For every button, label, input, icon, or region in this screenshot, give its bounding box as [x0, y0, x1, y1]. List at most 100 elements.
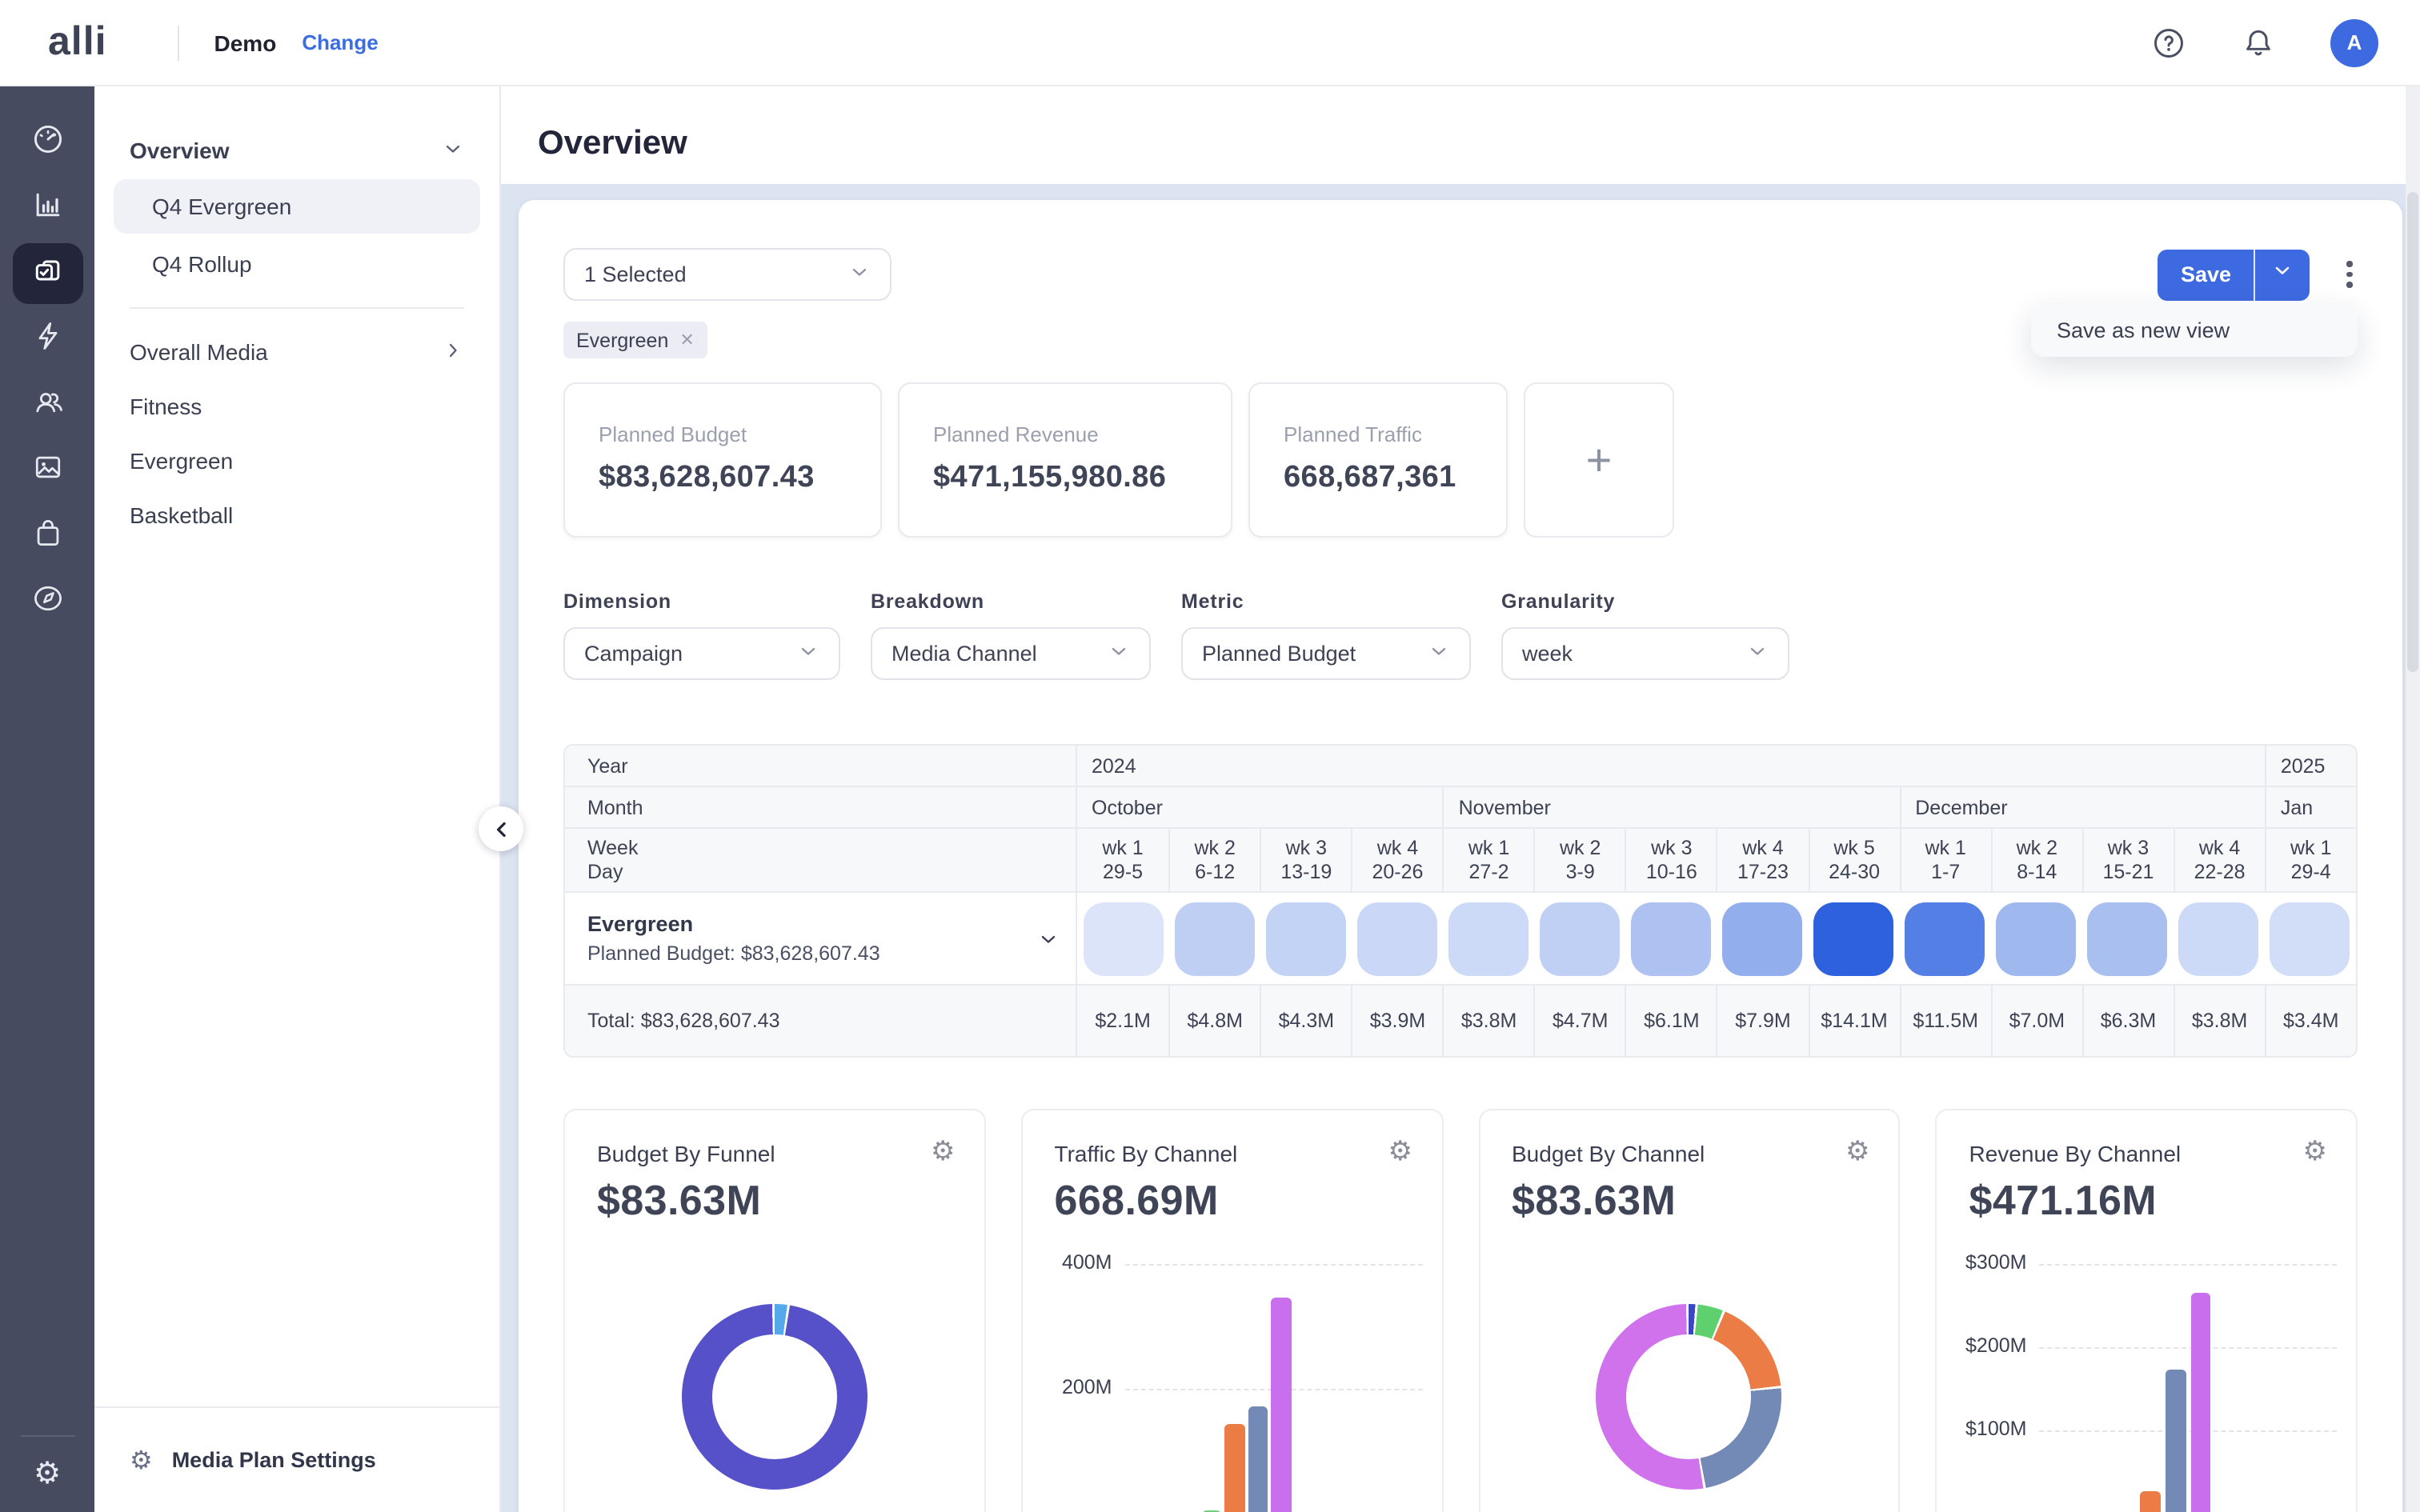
charts-row: Budget By Funnel⚙$83.63MTraffic By Chann… [563, 1109, 2358, 1512]
budget-heat-chip[interactable] [1265, 902, 1345, 975]
save-button[interactable]: Save [2158, 249, 2255, 300]
chart-total-value: $471.16M [1937, 1166, 2357, 1226]
budget-heat-chip[interactable] [1448, 902, 1529, 975]
dimension-select[interactable]: Campaign [563, 627, 840, 680]
notifications-bell-icon[interactable] [2241, 25, 2276, 60]
kpi-row: Planned Budget $83,628,607.43 Planned Re… [563, 382, 2358, 538]
nav-item-q4-rollup[interactable]: Q4 Rollup [114, 237, 480, 291]
total-cell: $7.9M [1717, 986, 1808, 1056]
top-bar: alli Demo Change A [0, 0, 2420, 86]
chart-plot-area: 400M200M [1023, 1254, 1442, 1512]
axis-tick-label: 200M [1023, 1376, 1112, 1398]
filter-tag-evergreen[interactable]: Evergreen ✕ [563, 322, 707, 358]
kpi-planned-traffic: Planned Traffic 668,687,361 [1248, 382, 1508, 538]
year-group: 2024 [1077, 746, 2265, 786]
budget-heat-chip[interactable] [2270, 902, 2350, 975]
save-as-new-view-item[interactable]: Save as new view [2057, 318, 2230, 342]
budget-heat-chip[interactable] [1722, 902, 1802, 975]
gridline [2040, 1430, 2338, 1432]
expand-row-chevron-icon[interactable] [1037, 927, 1060, 950]
more-options-kebab-icon[interactable] [2342, 262, 2358, 288]
granularity-select[interactable]: week [1501, 627, 1789, 680]
gridline [2040, 1264, 2338, 1266]
nav-panel: Overview Q4 Evergreen Q4 Rollup Overall … [94, 86, 501, 1512]
week-day-row-label: Week Day [565, 829, 1077, 891]
plus-icon: + [1586, 434, 1613, 486]
rail-item-activation[interactable] [12, 309, 82, 370]
nav-item-q4-evergreen[interactable]: Q4 Evergreen [114, 179, 480, 234]
chart-total-value: $83.63M [1480, 1166, 1899, 1226]
budget-heat-chip[interactable] [1631, 902, 1711, 975]
budget-heat-chip[interactable] [1905, 902, 1985, 975]
breakdown-select[interactable]: Media Channel [871, 627, 1151, 680]
user-avatar[interactable]: A [2330, 18, 2378, 66]
chart-total-value: 668.69M [1023, 1166, 1442, 1226]
chart-plot-area [565, 1254, 984, 1512]
bar-chart-icon [30, 186, 65, 230]
chevron-down-icon [835, 261, 871, 288]
rail-item-creative[interactable] [12, 440, 82, 501]
chart-settings-gear-icon[interactable]: ⚙ [1845, 1139, 1870, 1166]
total-cell: $3.4M [2265, 986, 2356, 1056]
chart-plot-area [1480, 1254, 1899, 1512]
budget-heat-chip[interactable] [2179, 902, 2259, 975]
views-select[interactable]: 1 Selected [563, 248, 891, 301]
metric-select[interactable]: Planned Budget [1181, 627, 1471, 680]
nav-group-overview[interactable]: Overview [94, 125, 499, 176]
budget-heat-chip[interactable] [2087, 902, 2167, 975]
week-header-cell: wk 23-9 [1534, 829, 1625, 891]
nav-item-evergreen[interactable]: Evergreen [94, 434, 499, 488]
remove-tag-icon[interactable]: ✕ [679, 330, 694, 350]
week-header-cell: wk 129-4 [2265, 829, 2356, 891]
rail-item-explore[interactable] [12, 571, 82, 632]
users-icon [30, 383, 65, 426]
chart-card-header: Budget By Channel⚙ [1480, 1110, 1899, 1166]
change-workspace-link[interactable]: Change [302, 30, 378, 54]
gear-icon: ⚙ [130, 1447, 153, 1473]
budget-heat-chip[interactable] [1813, 902, 1893, 975]
nav-item-fitness[interactable]: Fitness [94, 379, 499, 434]
add-kpi-button[interactable]: + [1524, 382, 1674, 538]
save-options-caret[interactable] [2255, 249, 2310, 300]
donut-chart [682, 1304, 867, 1490]
budget-heat-chip[interactable] [1083, 902, 1163, 975]
chevron-down-icon [1415, 640, 1450, 667]
settings-gear-icon[interactable]: ⚙ [34, 1459, 61, 1490]
chart-settings-gear-icon[interactable]: ⚙ [1388, 1139, 1413, 1166]
collapse-nav-button[interactable] [479, 806, 523, 851]
budget-heat-chip[interactable] [1996, 902, 2076, 975]
chart-settings-gear-icon[interactable]: ⚙ [2303, 1139, 2328, 1166]
chart-settings-gear-icon[interactable]: ⚙ [931, 1139, 956, 1166]
nav-item-basketball[interactable]: Basketball [94, 488, 499, 542]
rail-item-dashboard[interactable] [12, 112, 82, 173]
budget-heat-chip[interactable] [1540, 902, 1620, 975]
budget-heat-chip[interactable] [1356, 902, 1436, 975]
chart-card-budget-by-channel: Budget By Channel⚙$83.63M [1478, 1109, 1901, 1512]
scrollbar-thumb[interactable] [2407, 192, 2418, 672]
kpi-planned-revenue: Planned Revenue $471,155,980.86 [898, 382, 1232, 538]
heatmap-cell [1717, 902, 1808, 975]
nav-group-overall-media[interactable]: Overall Media [94, 325, 499, 379]
compass-icon [30, 580, 65, 623]
gridline [1125, 1264, 1423, 1266]
chart-title: Budget By Funnel [597, 1140, 775, 1166]
bar-series-1 [2141, 1491, 2161, 1512]
scrollbar-track[interactable] [2406, 86, 2420, 1512]
budget-heat-chip[interactable] [1174, 902, 1254, 975]
week-header-cell: wk 313-19 [1260, 829, 1351, 891]
total-cell: $14.1M [1808, 986, 1899, 1056]
total-cell: $6.1M [1625, 986, 1717, 1056]
chart-title: Revenue By Channel [1969, 1140, 2182, 1166]
toolbar: 1 Selected Save [563, 248, 2358, 301]
bar-series-3 [1248, 1407, 1268, 1512]
rail-item-analytics[interactable] [12, 178, 82, 238]
rail-item-media-plans[interactable] [12, 243, 82, 304]
help-icon[interactable] [2151, 25, 2186, 60]
bar-series-4 [1272, 1298, 1292, 1512]
shopping-bag-icon [30, 514, 65, 558]
campaign-row: Evergreen Planned Budget: $83,628,607.43 [565, 893, 2356, 986]
header-divider [178, 25, 179, 60]
rail-item-audiences[interactable] [12, 374, 82, 435]
media-plan-settings-button[interactable]: ⚙ Media Plan Settings [94, 1406, 499, 1512]
rail-item-commerce[interactable] [12, 506, 82, 566]
